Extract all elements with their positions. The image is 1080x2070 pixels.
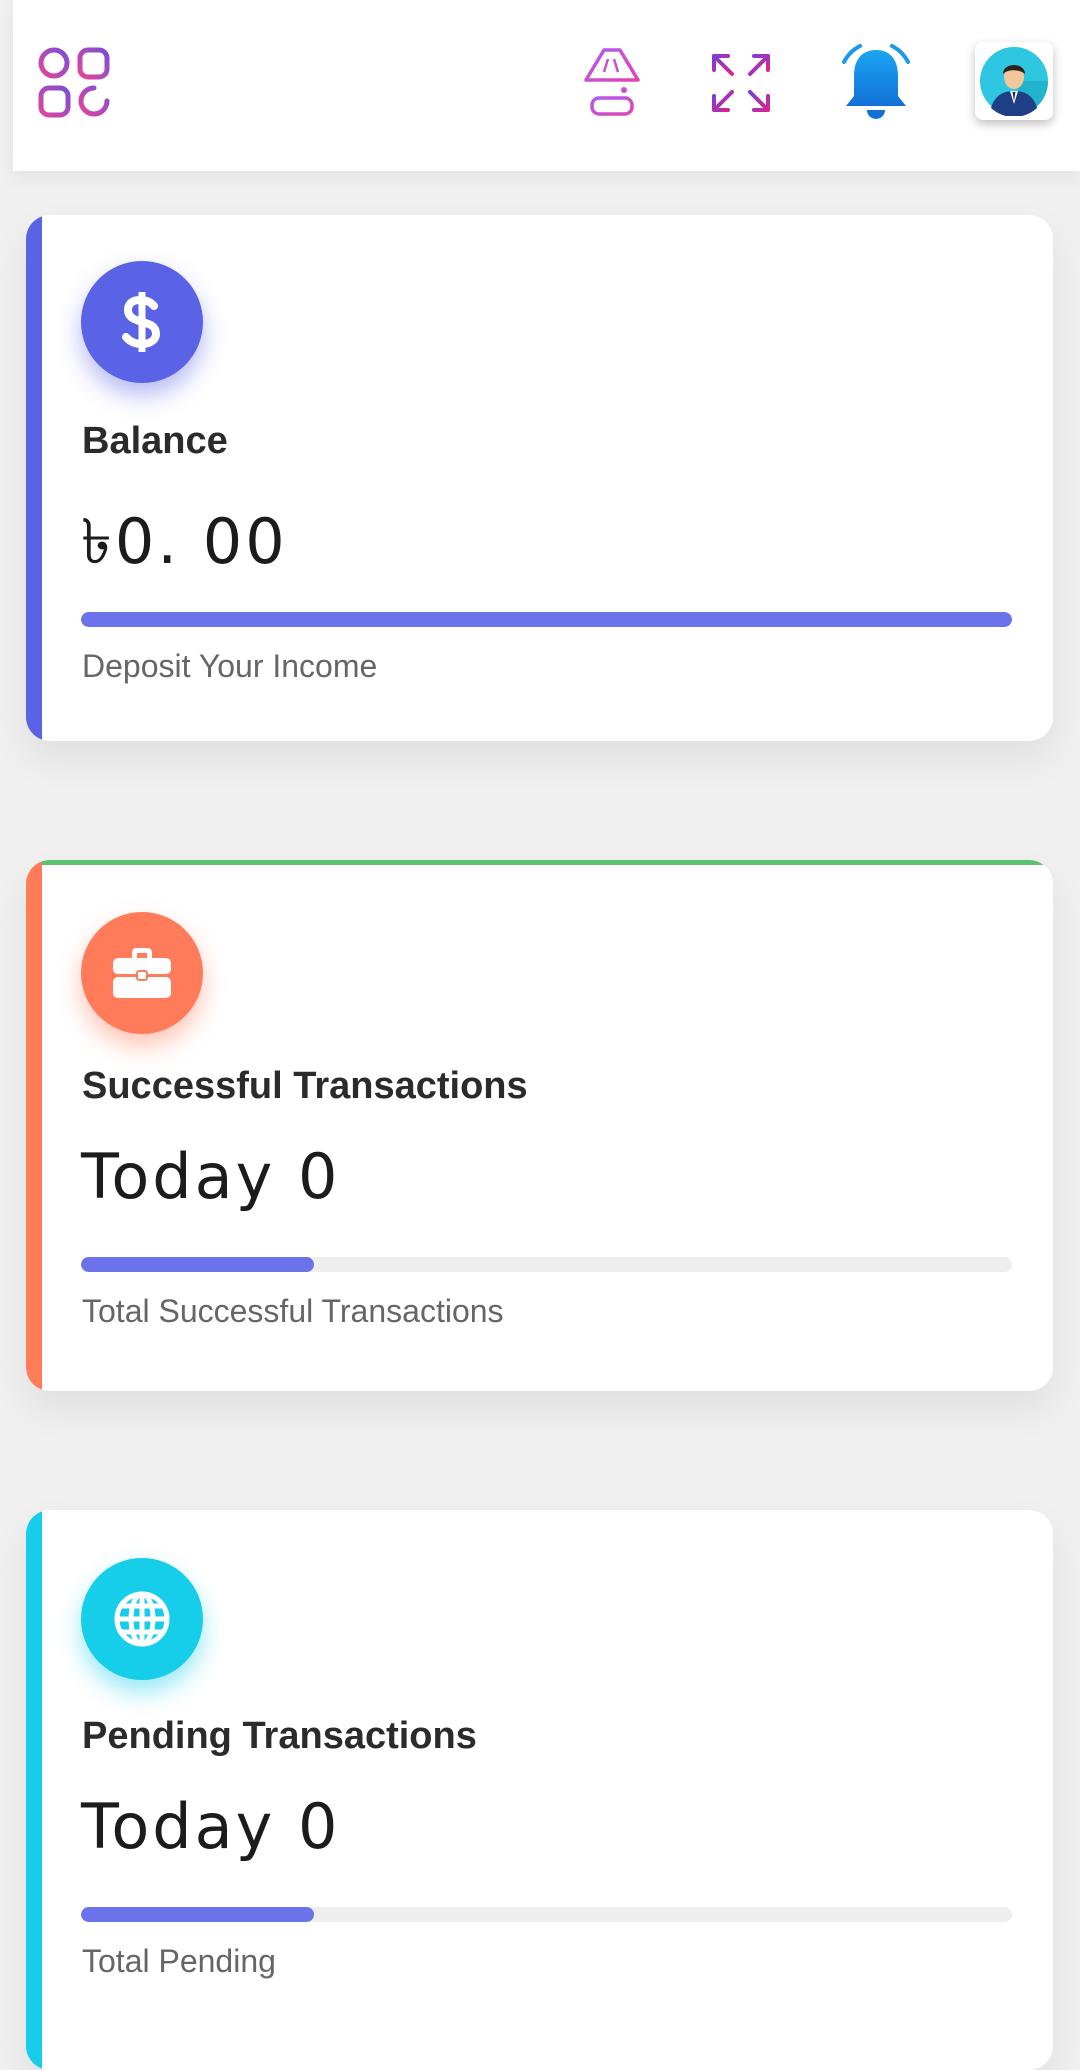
card-caption: Total Successful Transactions: [82, 1293, 504, 1329]
balance-card: Balance ৳0. 00 Deposit Your Income: [26, 215, 1053, 741]
progress-track: [81, 1257, 1012, 1272]
briefcase-icon: [81, 912, 203, 1034]
card-label: Successful Transactions: [82, 1065, 528, 1107]
user-avatar-icon[interactable]: [975, 42, 1053, 120]
progress-fill: [81, 612, 1012, 627]
progress-fill: [81, 1257, 314, 1272]
globe-icon: [81, 1558, 203, 1680]
card-top-line: [26, 860, 1053, 865]
lamp-icon[interactable]: [578, 46, 646, 118]
balance-value: ৳0. 00: [81, 505, 288, 578]
pending-today-value: Today 0: [81, 1790, 341, 1863]
card-accent-bar: [26, 215, 42, 741]
progress-track: [81, 1907, 1012, 1922]
card-accent-bar: [26, 860, 42, 1391]
apps-grid-icon[interactable]: [37, 44, 113, 120]
card-label: Pending Transactions: [82, 1715, 477, 1757]
dollar-icon: [81, 261, 203, 383]
expand-arrows-icon[interactable]: [710, 52, 772, 114]
bell-icon[interactable]: [834, 40, 918, 124]
card-caption: Deposit Your Income: [82, 648, 378, 684]
successful-today-value: Today 0: [81, 1140, 341, 1213]
card-accent-bar: [26, 1510, 42, 2070]
card-caption: Total Pending: [82, 1943, 276, 1979]
progress-track: [81, 612, 1012, 627]
progress-fill: [81, 1907, 314, 1922]
pending-transactions-card: Pending Transactions Today 0 Total Pendi…: [26, 1510, 1053, 2070]
top-navbar: [13, 0, 1080, 171]
successful-transactions-card: Successful Transactions Today 0 Total Su…: [26, 860, 1053, 1391]
card-label: Balance: [82, 420, 228, 462]
